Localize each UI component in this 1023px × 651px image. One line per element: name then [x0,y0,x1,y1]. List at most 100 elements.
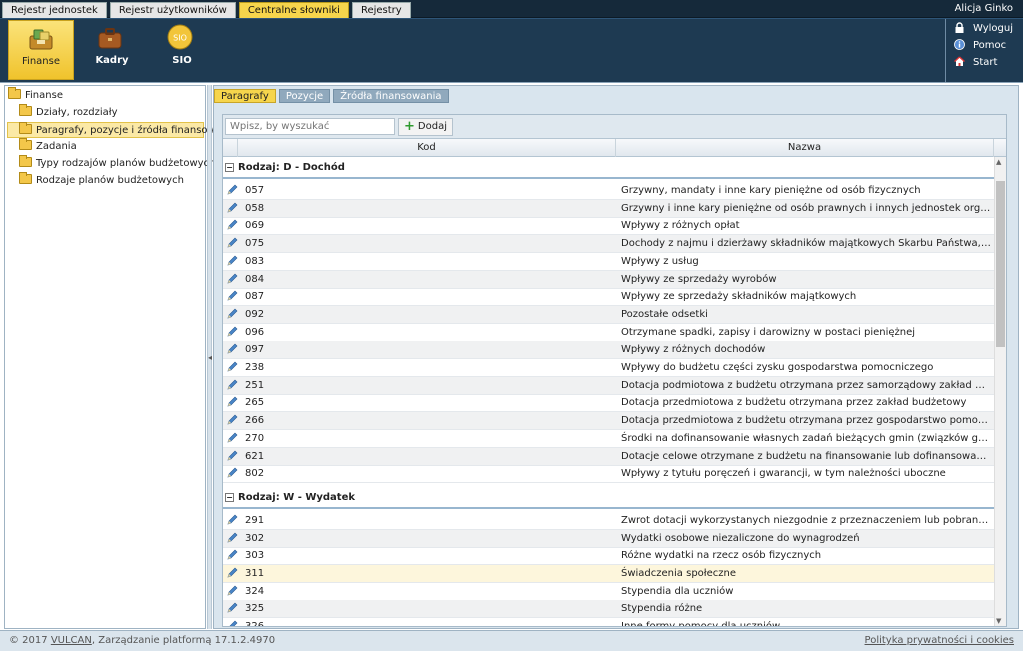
edit-pencil-icon[interactable] [227,585,238,596]
column-header-kod[interactable]: Kod [238,139,616,157]
table-row[interactable]: 291 Zwrot dotacji wykorzystanych niezgodn… [223,512,994,530]
column-header-nazwa[interactable]: Nazwa [616,139,994,157]
table-row[interactable]: 325 Stypendia różne [223,600,994,619]
tree-item[interactable]: Paragrafy, pozycje i źródła finansowania [7,122,237,138]
table-row[interactable]: 311 Świadczenia społeczne [223,565,994,583]
table-row[interactable]: 075 Dochody z najmu i dzierżawy składnikó… [223,235,994,254]
table-row[interactable]: 302 Wydatki osobowe niezaliczone do wynag… [223,529,994,548]
tree-item[interactable]: Rodzaje planów budżetowych [19,172,184,189]
table-row[interactable]: 084 Wpływy ze sprzedaży wyrobów [223,270,994,289]
vertical-scrollbar[interactable]: ▲ ▼ [994,157,1006,626]
cell-kod: 057 [245,185,265,196]
edit-pencil-icon[interactable] [227,620,238,626]
edit-pencil-icon[interactable] [227,343,238,354]
logout-link[interactable]: Wyloguj [954,22,1013,36]
sub-tab[interactable]: Źródła finansowania [333,89,449,103]
panel-splitter[interactable]: ◂ [207,85,212,629]
edit-pencil-icon[interactable] [227,549,238,560]
cell-kod: 058 [245,202,265,214]
module-sio[interactable]: SIO SIO [148,20,216,80]
help-label: Pomoc [973,40,1007,51]
column-header-blank [223,139,238,157]
edit-pencil-icon[interactable] [227,450,238,461]
edit-pencil-icon[interactable] [227,308,238,319]
edit-pencil-icon[interactable] [227,602,238,613]
sub-tab[interactable]: Paragrafy [214,89,276,103]
table-row[interactable]: 621 Dotacje celowe otrzymane z budżetu na… [223,447,994,466]
edit-pencil-icon[interactable] [227,432,238,443]
collapse-toggle-icon[interactable]: − [225,492,234,502]
group-header[interactable]: − Rodzaj: D - Dochód [223,157,994,179]
cell-nazwa: Wpływy z różnych dochodów [621,344,766,356]
edit-pencil-icon[interactable] [227,202,238,213]
collapse-toggle-icon[interactable]: − [225,163,234,172]
scrollbar-thumb[interactable] [996,181,1005,347]
user-menu: Wyloguj Pomoc Start [945,19,1023,83]
vulcan-link[interactable]: VULCAN [51,635,92,646]
edit-pencil-icon[interactable] [227,273,238,284]
top-tab[interactable]: Rejestry [351,2,411,18]
help-link[interactable]: Pomoc [954,39,1006,53]
table-row[interactable]: 087 Wpływy ze sprzedaży składników majątk… [223,288,994,307]
table-row[interactable]: 270 Środki na dofinansowanie własnych zad… [223,430,994,448]
table-row[interactable]: 097 Wpływy z różnych dochodów [223,341,994,360]
privacy-link[interactable]: Polityka prywatności i cookies [865,631,1014,651]
grid-panel: +Dodaj Kod Nazwa −Rodzaj: D - Dochód057G… [222,114,1007,627]
sub-tab[interactable]: Pozycje [278,89,331,103]
tree-item[interactable]: Działy, rozdziały [19,104,118,121]
edit-pencil-icon[interactable] [227,514,238,525]
folder-open-icon [8,87,21,99]
home-icon [954,56,965,66]
edit-pencil-icon[interactable] [227,361,238,372]
scroll-up-icon[interactable]: ▲ [996,158,1001,166]
table-row[interactable]: 802 Wpływy z tytułu poręczeń i gwarancji,… [223,465,994,484]
module-finanse[interactable]: Finanse [8,20,74,80]
table-row[interactable]: 238 Wpływy do budżetu części zysku gospod… [223,359,994,377]
cell-nazwa: Otrzymane spadki, zapisy i darowizny w p… [621,326,916,338]
tree-item[interactable]: Zadania [19,138,77,155]
add-button[interactable]: + Dodaj [398,118,453,136]
table-row[interactable]: 326 Inne formy pomocy dla uczniów [223,618,994,626]
table-row[interactable]: 266 Dotacja przedmiotowa z budżetu otrzym… [223,412,994,431]
edit-pencil-icon[interactable] [227,219,238,230]
edit-pencil-icon[interactable] [227,396,238,407]
cell-kod: 324 [245,585,265,597]
table-row[interactable]: 324 Stypendia dla uczniów [223,583,994,601]
tree-item-label: Rodzaje planów budżetowych [36,175,184,186]
table-row[interactable]: 303 Różne wydatki na rzecz osób fizycznyc… [223,547,994,566]
edit-pencil-icon[interactable] [227,532,238,543]
cell-kod: 096 [245,326,265,338]
content-panel: ParagrafyPozycjeŹródła finansowania +Dod… [213,85,1019,629]
table-row[interactable]: 058 Grzywny i inne kary pieniężne od osób… [223,199,994,218]
edit-pencil-icon[interactable] [227,290,238,301]
scroll-down-icon[interactable]: ▼ [996,617,1001,625]
tree-item[interactable]: Typy rodzajów planów budżetowych [19,155,215,172]
table-row[interactable]: 096 Otrzymane spadki, zapisy i darowizny … [223,324,994,342]
top-tab[interactable]: Rejestr użytkowników [109,2,236,18]
search-input[interactable] [225,118,395,135]
edit-pencil-icon[interactable] [227,255,238,266]
edit-pencil-icon[interactable] [227,567,238,578]
edit-pencil-icon[interactable] [227,237,238,248]
edit-pencil-icon[interactable] [227,326,238,337]
cell-nazwa: Grzywny i inne kary pieniężne od osób pr… [621,202,991,214]
edit-pencil-icon[interactable] [227,467,238,478]
group-header[interactable]: − Rodzaj: W - Wydatek [223,487,994,509]
table-row[interactable]: 069 Wpływy z różnych opłat [223,217,994,236]
table-row[interactable]: 057 Grzywny, mandaty i inne kary pieniężn… [223,182,994,200]
cell-nazwa: Wpływy z tytułu poręczeń i gwarancji, w … [621,468,946,480]
table-row[interactable]: 083 Wpływy z usług [223,253,994,271]
collapse-arrow-icon[interactable]: ◂ [208,353,212,362]
start-link[interactable]: Start [954,56,997,70]
table-row[interactable]: 265 Dotacja przedmiotowa z budżetu otrzym… [223,394,994,413]
edit-pencil-icon[interactable] [227,184,238,195]
top-tab[interactable]: Centralne słowniki [238,2,349,18]
table-row[interactable]: 092 Pozostałe odsetki [223,305,994,324]
edit-pencil-icon[interactable] [227,379,238,390]
module-kadry[interactable]: Kadry [78,20,146,80]
top-tab[interactable]: Rejestr jednostek [2,2,107,18]
edit-pencil-icon[interactable] [227,414,238,425]
grid-toolbar: +Dodaj [223,115,1006,139]
table-row[interactable]: 251 Dotacja podmiotowa z budżetu otrzyman… [223,376,994,395]
tree-root-finanse[interactable]: Finanse [8,87,63,104]
